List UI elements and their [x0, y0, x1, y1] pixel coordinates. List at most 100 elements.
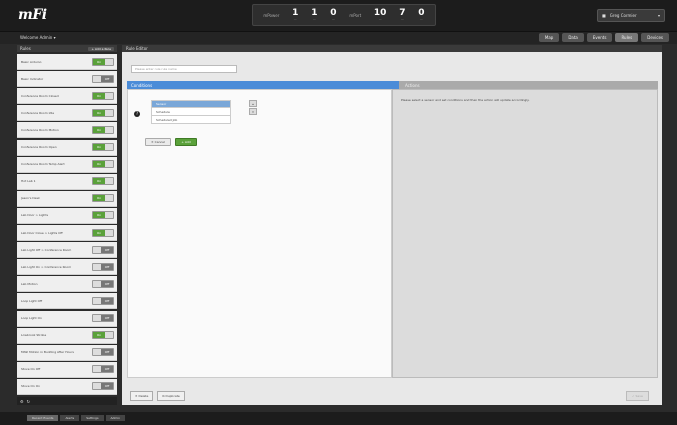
- rule-row[interactable]: Basic Arduino On: [17, 54, 117, 70]
- rule-row[interactable]: Conference Room Temp Alert On: [17, 156, 117, 173]
- rule-name: Conference Room Motion: [21, 127, 59, 132]
- rule-row[interactable]: Loop Light Off Off: [17, 293, 117, 310]
- toggle-knob: [105, 178, 113, 185]
- bottom-bar: Recent Events Alerts Settings Admin: [0, 412, 677, 425]
- toggle-knob: [105, 229, 113, 236]
- tab-events[interactable]: Events: [586, 33, 613, 42]
- rule-row[interactable]: Conference Room Closed On: [17, 88, 117, 105]
- rule-toggle[interactable]: Off: [92, 365, 114, 374]
- rule-toggle[interactable]: Off: [92, 74, 114, 83]
- rule-editor-title: Rule Editor: [122, 45, 662, 52]
- welcome-menu[interactable]: Welcome Admin ▾: [20, 35, 56, 40]
- mpower-label: mPower: [263, 12, 280, 18]
- duplicate-button[interactable]: ⧉ Duplicate: [157, 391, 185, 401]
- dropdown-option-scheduled-job[interactable]: Scheduled Job: [151, 116, 231, 124]
- rule-toggle[interactable]: Off: [92, 382, 114, 391]
- rule-row[interactable]: Loop Light On Off: [17, 310, 117, 327]
- rule-row[interactable]: Conference Room Motion On: [17, 122, 117, 139]
- help-icon[interactable]: ?: [134, 111, 140, 117]
- rule-row[interactable]: Hot Lab 1 On: [17, 173, 117, 190]
- rule-row[interactable]: Jason's Desk On: [17, 190, 117, 207]
- rule-name-input[interactable]: Please enter rule rule name: [131, 65, 237, 73]
- user-menu[interactable]: ■ Greg Cormier ▾: [597, 9, 665, 22]
- toggle-knob: [105, 144, 113, 150]
- rule-toggle[interactable]: On: [92, 331, 114, 340]
- rule-toggle[interactable]: On: [92, 194, 114, 203]
- delete-button[interactable]: ✕ Delete: [130, 391, 154, 401]
- actions-panel: Please select a sensor and set condition…: [392, 89, 658, 378]
- rule-toggle[interactable]: Off: [92, 348, 114, 357]
- dropdown-up-icon[interactable]: ▴: [249, 100, 257, 107]
- rule-row[interactable]: Stove On Off Off: [17, 361, 117, 378]
- rule-row[interactable]: Lab Light On > Conference Room Off: [17, 259, 117, 276]
- rule-row[interactable]: Stove On On Off: [17, 378, 117, 395]
- gear-icon[interactable]: ⚙: [20, 399, 24, 404]
- rule-toggle[interactable]: On: [92, 160, 114, 169]
- rule-name: Jason's Desk: [21, 196, 40, 201]
- tab-rules[interactable]: Rules: [615, 33, 639, 42]
- rule-toggle[interactable]: On: [92, 228, 114, 237]
- toggle-knob: [93, 383, 101, 390]
- toggle-knob: [105, 212, 113, 219]
- rule-toggle[interactable]: Off: [92, 262, 114, 271]
- rule-toggle[interactable]: On: [92, 143, 114, 151]
- rule-toggle[interactable]: On: [92, 108, 114, 117]
- rule-row[interactable]: MiWi Motion in Building After Hours Off: [17, 344, 117, 361]
- rule-row[interactable]: Lowbrook Strobe On: [17, 327, 117, 344]
- rule-toggle[interactable]: Off: [92, 245, 114, 254]
- rule-name: Lowbrook Strobe: [21, 333, 47, 338]
- rule-row[interactable]: Lab Door > Lights On: [17, 207, 117, 224]
- rule-toggle[interactable]: On: [92, 57, 114, 66]
- rule-row[interactable]: Lab Door Close > Lights Off On: [17, 225, 117, 241]
- tab-admin[interactable]: Admin: [105, 415, 126, 421]
- tab-data[interactable]: Data: [562, 33, 584, 42]
- tab-recent-events[interactable]: Recent Events: [27, 415, 59, 421]
- conditions-header: Conditions: [127, 81, 399, 89]
- toggle-knob: [105, 58, 113, 65]
- rule-toggle[interactable]: On: [92, 91, 114, 100]
- toggle-off-label: Off: [101, 366, 113, 373]
- rule-name: Stove On On: [21, 384, 40, 389]
- toggle-knob: [105, 195, 113, 202]
- add-button[interactable]: + Add: [175, 138, 197, 146]
- refresh-icon[interactable]: ↻: [27, 399, 30, 404]
- rule-toggle[interactable]: On: [92, 211, 114, 220]
- rule-name: Lab Light Off > Conference Room: [21, 247, 72, 252]
- toggle-off-label: Off: [101, 75, 113, 82]
- top-bar: mFi mPower 1— 1— 0— mPort 10— 7— 0— ■ Gr…: [0, 0, 677, 32]
- toggle-knob: [105, 126, 113, 133]
- add-rule-button[interactable]: + Add a Rule: [88, 46, 114, 51]
- dropdown-down-icon[interactable]: ▾: [249, 108, 257, 115]
- tab-devices[interactable]: Devices: [641, 33, 669, 42]
- rule-toggle[interactable]: On: [92, 177, 114, 186]
- toggle-knob: [105, 332, 113, 339]
- toggle-on-label: On: [93, 161, 105, 168]
- rule-name: Lab Light On > Conference Room: [21, 264, 72, 269]
- rule-row[interactable]: Lab Light Off > Conference Room Off: [17, 242, 117, 259]
- cancel-button[interactable]: ✕ Cancel: [145, 138, 171, 146]
- condition-type-dropdown[interactable]: Sensor Schedule Scheduled Job ▴ ▾: [151, 100, 257, 124]
- stat-item: 1—: [311, 8, 318, 21]
- dropdown-option-sensor[interactable]: Sensor: [151, 100, 231, 108]
- toggle-off-label: Off: [101, 315, 113, 321]
- save-button[interactable]: ✓ Save: [626, 391, 649, 401]
- tab-settings[interactable]: Settings: [81, 415, 104, 421]
- toggle-on-label: On: [93, 92, 105, 99]
- mport-label: mPort: [349, 12, 362, 18]
- tab-alerts[interactable]: Alerts: [60, 415, 80, 421]
- rule-row[interactable]: Lab Motion Off: [17, 276, 117, 293]
- rule-row[interactable]: Basic Indicator Off: [17, 71, 117, 88]
- rule-row[interactable]: Conference Room Open On: [17, 139, 117, 156]
- rule-row[interactable]: Conference Room Idle On: [17, 105, 117, 122]
- rule-toggle[interactable]: Off: [92, 296, 114, 305]
- chevron-down-icon: ▾: [657, 13, 660, 18]
- rule-toggle[interactable]: Off: [92, 314, 114, 322]
- toggle-on-label: On: [93, 212, 105, 219]
- tab-map[interactable]: Map: [538, 33, 560, 42]
- sub-bar: Welcome Admin ▾ Map Data Events Rules De…: [0, 32, 677, 44]
- rule-toggle[interactable]: On: [92, 125, 114, 134]
- dropdown-option-schedule[interactable]: Schedule: [151, 108, 231, 116]
- user-name: Greg Cormier: [609, 13, 637, 18]
- rule-toggle[interactable]: Off: [92, 279, 114, 288]
- mfi-logo: mFi: [18, 7, 47, 23]
